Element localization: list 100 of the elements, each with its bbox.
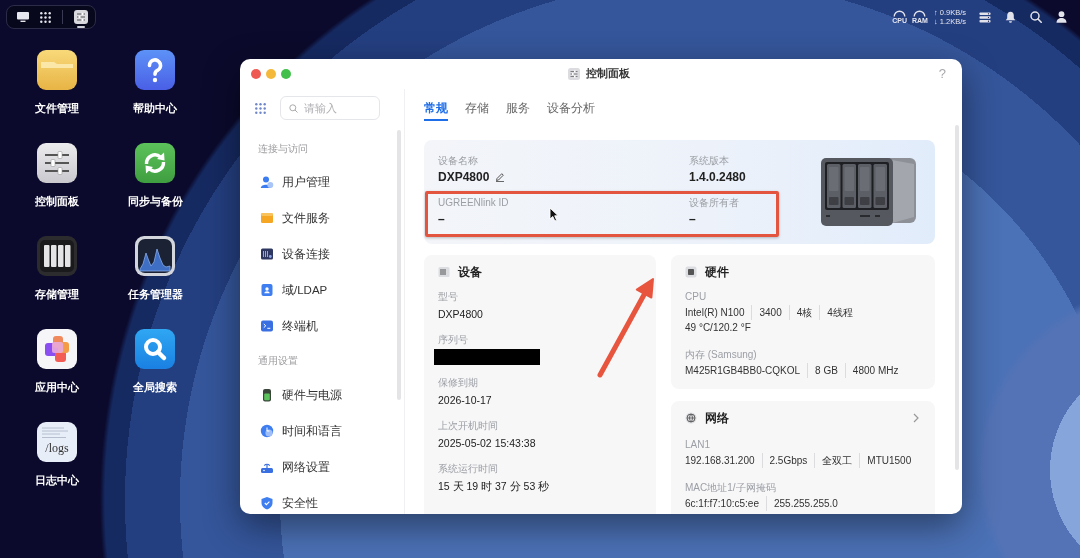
field-value: 2.5Gbps [761, 453, 815, 468]
device-icon [260, 247, 274, 261]
help-icon[interactable] [135, 50, 175, 90]
drive-bays-icon[interactable] [37, 236, 77, 276]
user-icon[interactable] [1056, 11, 1067, 23]
sidebar-item[interactable]: 网络设置 [255, 456, 383, 478]
app-label[interactable]: 存储管理 [35, 287, 79, 301]
app-label[interactable]: 任务管理器 [127, 287, 183, 301]
tab[interactable]: 常规 [424, 89, 448, 121]
bell-icon[interactable] [1005, 11, 1016, 23]
sidebar-item[interactable]: 域/LDAP [255, 279, 383, 301]
field-value: DXP4800 [438, 307, 484, 322]
sidebar-item[interactable]: 用户管理 [255, 171, 383, 193]
field-value: DXP4800 [438, 169, 490, 186]
server-icon[interactable] [979, 11, 991, 23]
field-label: 保修到期 [438, 376, 479, 390]
section-heading: 连接与访问 [258, 142, 309, 156]
pencil-icon[interactable] [495, 172, 506, 182]
field-value: 3400 [751, 305, 789, 320]
chart-icon[interactable] [135, 236, 175, 276]
field-value: 4线程 [819, 305, 860, 320]
section-heading: 通用设置 [258, 354, 299, 368]
folder-icon[interactable] [37, 50, 77, 90]
card-title: 硬件 [705, 264, 729, 280]
field-value: 4800 MHz [844, 363, 906, 378]
sliders-icon [567, 68, 580, 80]
field-label: 系统版本 [689, 154, 730, 168]
log-document-icon[interactable]: /logs [37, 422, 77, 462]
folder-icon [260, 211, 274, 225]
field-label: 设备名称 [438, 154, 479, 168]
field-label: 系统运行时间 [438, 462, 499, 476]
card-title: 设备 [458, 264, 482, 280]
tab[interactable]: 设备分析 [547, 89, 595, 121]
gauge-icon[interactable] [893, 9, 907, 17]
users-icon [260, 175, 274, 189]
gauge-icon[interactable] [913, 9, 927, 17]
field-value: 49 °C/120.2 °F [685, 321, 752, 335]
app-label[interactable]: 帮助中心 [133, 101, 177, 115]
field-value: 全双工 [814, 453, 860, 468]
field-value: 6c:1f:f7:10:c5:ee [685, 497, 760, 511]
field-value: 2026-10-17 [438, 393, 493, 408]
icon-caption: /logs [45, 441, 69, 455]
close-button[interactable] [251, 69, 261, 79]
globe-icon [685, 412, 697, 424]
search-icon [289, 103, 298, 113]
app-grid-icon[interactable] [40, 11, 51, 23]
sync-icon[interactable] [135, 143, 175, 183]
app-label[interactable]: 日志中心 [35, 473, 79, 487]
field-value: Intel(R) N100 [685, 306, 746, 320]
app-label[interactable]: 同步与备份 [127, 194, 183, 208]
field-value: 255.255.255.0 [765, 496, 845, 511]
chip-icon [685, 266, 697, 278]
battery-icon [260, 388, 274, 402]
field-value: 192.168.31.200 [685, 454, 756, 468]
sidebar-item[interactable]: 安全性 [255, 492, 383, 514]
sidebar-item[interactable]: 硬件与电源 [255, 384, 383, 406]
sidebar-item[interactable]: 设备连接 [255, 243, 383, 265]
app-label[interactable]: 控制面板 [35, 194, 79, 208]
id-card-icon [260, 283, 274, 297]
colored-blocks-icon[interactable] [37, 329, 77, 369]
clock-icon [260, 424, 274, 438]
field-value: 2025-05-02 15:43:38 [438, 436, 537, 451]
sidebar-item[interactable]: 终端机 [255, 315, 383, 337]
app-label[interactable]: 应用中心 [35, 380, 79, 394]
shield-icon [260, 496, 274, 510]
field-label: MAC地址1/子网掩码 [685, 481, 777, 495]
sliders-icon[interactable] [74, 10, 88, 24]
search-icon[interactable] [1030, 11, 1042, 23]
field-value: MTU1500 [859, 453, 919, 468]
field-label: LAN1 [685, 438, 711, 452]
sliders-icon[interactable] [37, 143, 77, 183]
field-label: 内存 (Samsung) [685, 348, 758, 362]
field-label: 设备所有者 [689, 196, 740, 210]
drive-bays-icon [438, 266, 450, 278]
field-value: 4核 [788, 305, 820, 320]
card-title: 网络 [705, 410, 729, 426]
window-title: 控制面板 [585, 67, 630, 81]
field-value: – [689, 211, 696, 228]
terminal-icon [260, 319, 274, 333]
field-value: 1.4.0.2480 [689, 169, 746, 186]
field-label: 序列号 [438, 333, 469, 347]
app-label[interactable]: 文件管理 [35, 101, 79, 115]
search-field[interactable]: 请输入 [280, 96, 380, 120]
sidebar-item[interactable]: 时间和语言 [255, 420, 383, 442]
field-value: M425R1GB4BB0-CQKOL [685, 364, 802, 378]
field-value: – [438, 211, 445, 228]
mouse-pointer-icon [549, 207, 559, 222]
field-label: CPU [685, 290, 708, 304]
app-label[interactable]: 全局搜索 [133, 380, 177, 394]
field-label: 上次开机时间 [438, 419, 499, 433]
tab[interactable]: 存储 [465, 89, 489, 121]
field-value: 15 天 19 时 37 分 53 秒 [438, 479, 551, 494]
field-label: UGREENlink ID [438, 196, 510, 210]
monitor-icon[interactable] [17, 12, 29, 22]
field-value: 8 GB [807, 363, 845, 378]
sidebar-item[interactable]: 文件服务 [255, 207, 383, 229]
search-icon[interactable] [135, 329, 175, 369]
field-label: 型号 [438, 290, 459, 304]
chevron-right-icon[interactable] [913, 413, 919, 423]
tab[interactable]: 服务 [506, 89, 530, 121]
